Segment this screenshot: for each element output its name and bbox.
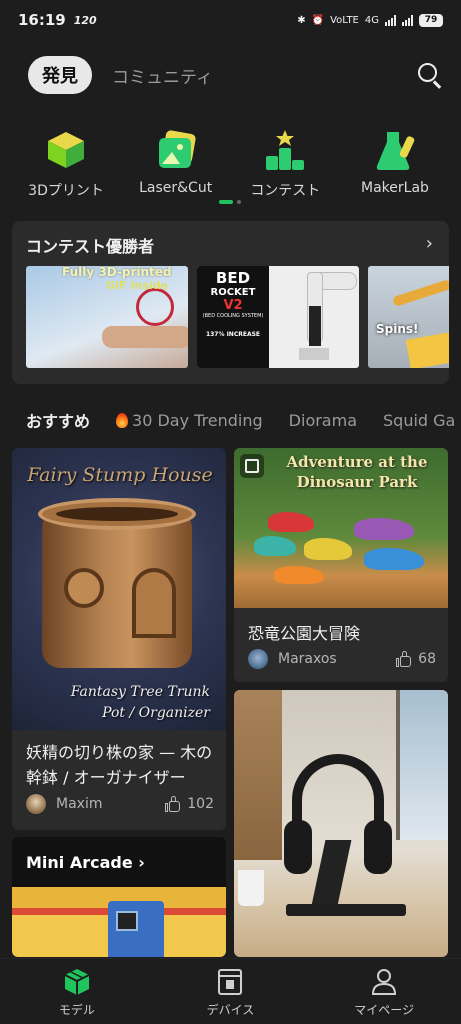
nav-my-page[interactable]: マイページ: [329, 967, 439, 1024]
category-makerlab[interactable]: MakerLab: [343, 128, 447, 200]
nav-label: デバイス: [206, 1003, 255, 1017]
carousel-pagination: [219, 200, 241, 204]
contest-thumb-2[interactable]: BED ROCKET V2 (BED COOLING SYSTEM) 137% …: [197, 266, 359, 368]
nav-devices[interactable]: デバイス: [175, 967, 285, 1024]
thumb-caption: Fully 3D-printed: [62, 266, 172, 279]
tab-trending[interactable]: 30 Day Trending: [116, 411, 263, 430]
category-contest[interactable]: コンテスト: [233, 128, 337, 200]
thumb-caption-2: GIF Inside: [106, 279, 169, 292]
model-cube-icon: [63, 967, 91, 997]
nav-models[interactable]: モデル: [22, 967, 132, 1024]
collection-image: [12, 887, 226, 957]
tab-discover[interactable]: 発見: [28, 56, 92, 94]
tab-label: 30 Day Trending: [132, 410, 263, 430]
tab-diorama[interactable]: Diorama: [289, 411, 357, 430]
cube-icon: [44, 128, 88, 172]
thumb-caption: Spins!: [376, 322, 419, 336]
contest-thumbnails: Fully 3D-printed GIF Inside BED ROCKET V…: [26, 266, 449, 368]
thumb-text: ROCKET: [210, 287, 256, 298]
signal-icon: [385, 14, 396, 26]
model-image: [234, 690, 448, 957]
profile-icon: [370, 967, 398, 997]
image-title: Fairy Stump House: [27, 464, 213, 486]
laser-image-icon: [154, 128, 198, 172]
tab-recommended[interactable]: おすすめ: [26, 408, 90, 432]
chevron-right-icon[interactable]: ›: [426, 233, 433, 254]
image-subtitle: Fantasy Tree Trunk Pot / Organizer: [12, 682, 226, 724]
like-button[interactable]: 68: [396, 651, 436, 667]
category-label: コンテスト: [250, 183, 321, 199]
contest-thumb-1[interactable]: Fully 3D-printed GIF Inside: [26, 266, 188, 368]
collection-title: Mini Arcade: [26, 853, 133, 872]
podium-icon: [263, 128, 307, 172]
model-meta: Maxim 102: [26, 794, 214, 814]
thumbs-up-icon: [165, 796, 181, 812]
collection-card-mini-arcade[interactable]: Mini Arcade ›: [12, 837, 226, 957]
tab-community[interactable]: コミュニティ: [112, 63, 213, 88]
alarm-icon: ⏰: [311, 14, 325, 26]
signal-icon-2: [402, 14, 413, 26]
nav-label: マイページ: [354, 1003, 415, 1017]
thumb-text: BED: [215, 269, 251, 287]
fire-icon: [116, 412, 129, 428]
top-header: 発見 コミュニティ: [28, 56, 443, 94]
thumbs-up-icon: [396, 651, 412, 667]
category-row: 3Dプリント Laser&Cut コンテスト MakerLab: [14, 128, 447, 200]
category-label: Laser&Cut: [139, 180, 213, 196]
status-right: ✱ ⏰ VoLTE 4G 79: [297, 13, 443, 27]
model-title: 妖精の切り株の家 — 木の幹鉢 / オーガナイザー: [26, 743, 213, 787]
contest-winners-card[interactable]: コンテスト優勝者 › Fully 3D-printed GIF Inside B…: [12, 221, 449, 384]
author-name[interactable]: Maxim: [56, 796, 102, 812]
like-button[interactable]: 102: [165, 796, 214, 812]
contest-title: コンテスト優勝者: [26, 237, 155, 256]
thumb-text: (BED COOLING SYSTEM): [202, 313, 264, 319]
recommendation-tabs: おすすめ 30 Day Trending Diorama Squid Ga: [26, 407, 461, 433]
model-card-dinosaur-park[interactable]: Adventure at the Dinosaur Park 恐竜公園大冒険 M…: [234, 448, 448, 682]
search-icon[interactable]: [417, 62, 443, 89]
chevron-right-icon: ›: [138, 853, 145, 872]
model-badge-icon: [240, 454, 264, 478]
collection-banner: Mini Arcade ›: [12, 837, 226, 887]
model-image: Fairy Stump House Fantasy Tree Trunk Pot…: [12, 448, 226, 730]
category-label: 3Dプリント: [28, 183, 104, 199]
printer-icon: [216, 967, 244, 997]
avatar[interactable]: [248, 649, 268, 669]
image-subtitle-line: Fantasy Tree Trunk: [70, 684, 210, 700]
battery-icon: 79: [419, 13, 443, 27]
category-3d-print[interactable]: 3Dプリント: [14, 128, 118, 200]
like-count: 102: [187, 796, 214, 812]
model-title: 恐竜公園大冒険: [248, 624, 361, 643]
flask-icon: [373, 128, 417, 172]
image-subtitle-line: Pot / Organizer: [102, 705, 210, 721]
contest-thumb-3[interactable]: Spins!: [368, 266, 449, 368]
author-name[interactable]: Maraxos: [278, 651, 337, 667]
model-card-fairy-stump[interactable]: Fairy Stump House Fantasy Tree Trunk Pot…: [12, 448, 226, 830]
tab-squid-game[interactable]: Squid Ga: [383, 411, 455, 430]
network-type-label: 4G: [364, 14, 379, 26]
model-image: Adventure at the Dinosaur Park: [234, 448, 448, 608]
bluetooth-icon: ✱: [297, 14, 306, 26]
nav-label: モデル: [58, 1003, 95, 1017]
status-refresh-rate: 120: [73, 13, 97, 27]
status-bar: 16:19 120 ✱ ⏰ VoLTE 4G 79: [0, 0, 461, 40]
category-laser-cut[interactable]: Laser&Cut: [124, 128, 228, 200]
like-count: 68: [418, 651, 436, 667]
bottom-navigation: モデル デバイス マイページ: [0, 958, 461, 1024]
model-card-headphone-stand[interactable]: [234, 690, 448, 957]
status-time: 16:19: [18, 11, 66, 29]
thumb-text: V2: [223, 298, 243, 313]
model-meta: Maraxos 68: [248, 649, 436, 669]
thumb-text: 137% INCREASE: [205, 331, 261, 338]
avatar[interactable]: [26, 794, 46, 814]
volte-label: VoLTE: [330, 14, 359, 26]
category-label: MakerLab: [361, 180, 429, 196]
image-title: Adventure at the Dinosaur Park: [286, 453, 428, 491]
